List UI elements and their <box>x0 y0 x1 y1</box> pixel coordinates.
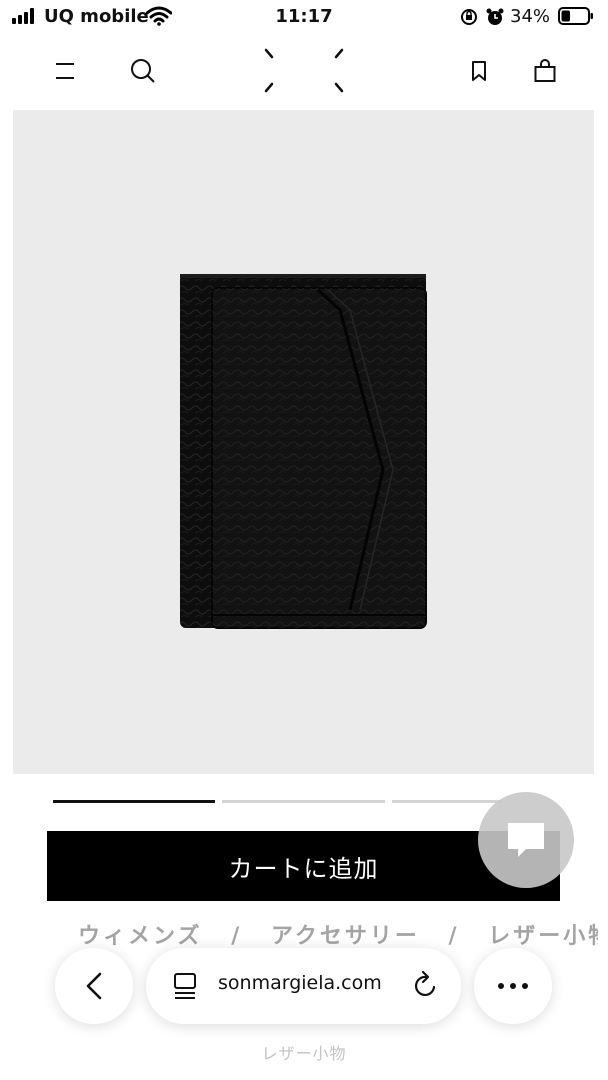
shopping-bag-button[interactable] <box>525 51 565 91</box>
breadcrumb: ウィメンズ / アクセサリー / レザー小物 <box>78 918 598 950</box>
breadcrumb-item-leather-goods[interactable]: レザー小物 <box>488 924 598 949</box>
chat-button[interactable] <box>478 792 574 888</box>
bookmark-button[interactable] <box>459 51 499 91</box>
breadcrumb-item-accessories[interactable]: アクセサリー <box>271 924 420 949</box>
status-bar: UQ mobile 11:17 34% <box>0 0 608 34</box>
carousel-indicator-1[interactable] <box>53 800 215 803</box>
chat-bubble-icon <box>508 823 544 857</box>
search-icon <box>131 59 155 83</box>
chevron-left-icon <box>86 972 102 1000</box>
reload-icon[interactable] <box>412 970 440 1000</box>
more-dots-icon <box>498 983 528 989</box>
shopping-bag-icon <box>534 59 556 82</box>
url-text[interactable]: sonmargiela.com <box>218 972 398 994</box>
brand-logo[interactable] <box>258 46 350 98</box>
carousel-indicator-2[interactable] <box>222 800 385 803</box>
menu-button[interactable] <box>45 51 85 91</box>
battery-percent: 34% <box>510 6 551 27</box>
rotation-lock-icon <box>461 9 477 25</box>
breadcrumb-item-womens[interactable]: ウィメンズ <box>78 924 203 949</box>
product-image[interactable] <box>13 110 594 774</box>
bottom-category-label: レザー小物 <box>261 1044 347 1063</box>
menu-icon <box>56 63 74 79</box>
address-bar[interactable]: sonmargiela.com <box>146 948 461 1024</box>
breadcrumb-separator: / <box>448 924 460 949</box>
battery-icon <box>558 7 593 25</box>
wallet-image <box>180 274 427 629</box>
search-button[interactable] <box>123 51 163 91</box>
bookmark-icon <box>472 61 486 81</box>
back-button[interactable] <box>55 948 133 1024</box>
page-tabs-icon[interactable] <box>172 972 198 1000</box>
more-button[interactable] <box>474 948 552 1024</box>
breadcrumb-separator: / <box>231 924 243 949</box>
carousel-indicator-3[interactable] <box>392 800 502 803</box>
alarm-icon <box>486 8 504 25</box>
